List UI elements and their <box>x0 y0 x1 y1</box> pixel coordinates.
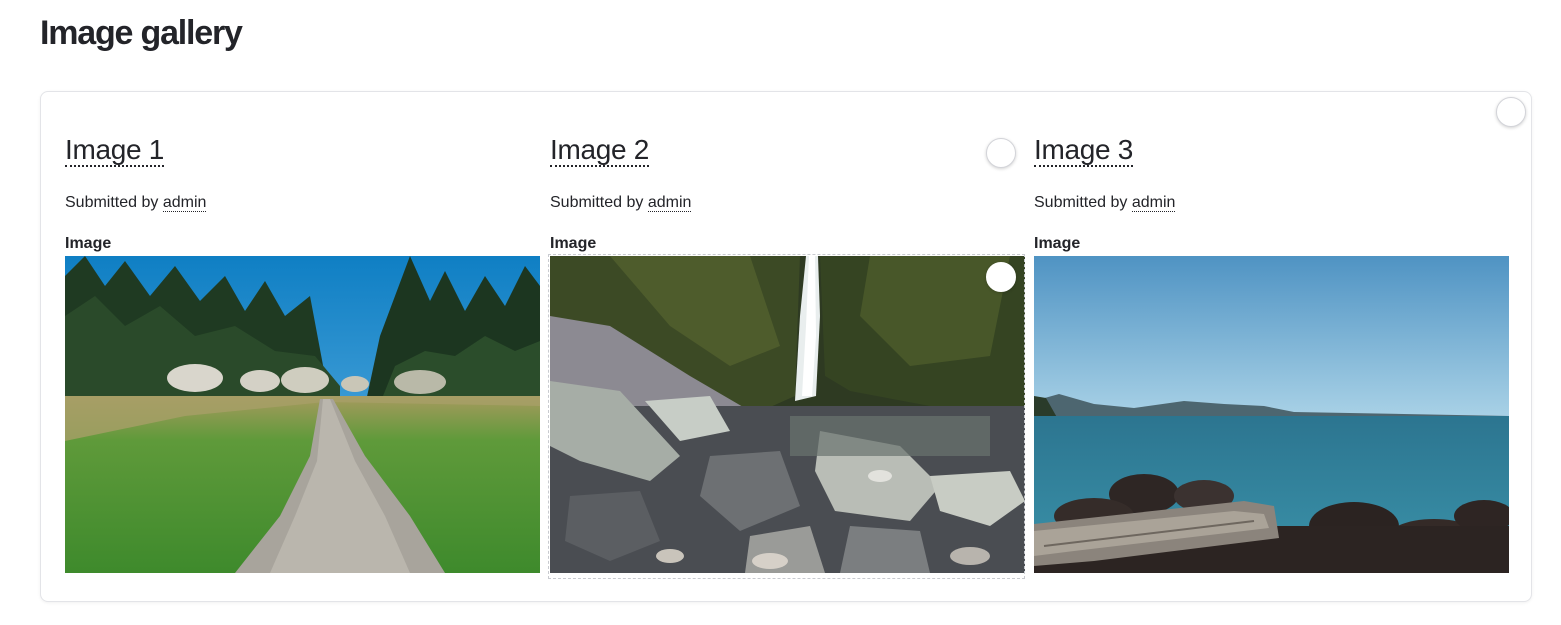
image-focus-outline <box>548 254 1025 579</box>
submitted-prefix: Submitted by <box>1034 194 1128 211</box>
gallery-item: Image 2 Submitted by admin Image <box>550 130 1025 573</box>
author-link[interactable]: admin <box>647 194 692 212</box>
submitted-prefix: Submitted by <box>65 194 159 211</box>
submitted-prefix: Submitted by <box>550 194 644 211</box>
meadow-path-image[interactable] <box>65 256 540 573</box>
seascape-image[interactable] <box>1034 256 1509 573</box>
item-title-link[interactable]: Image 3 <box>1034 134 1133 167</box>
submitted-line: Submitted by admin <box>1034 194 1176 212</box>
image-field-label: Image <box>1034 235 1081 252</box>
image-field-label: Image <box>550 235 597 252</box>
contextual-links-button[interactable] <box>1496 97 1526 127</box>
item-title: Image 2 <box>550 130 1025 170</box>
gallery-item: Image 3 Submitted by admin Image <box>1034 130 1509 573</box>
submitted-line: Submitted by admin <box>550 194 692 212</box>
item-title: Image 3 <box>1034 130 1509 170</box>
contextual-links-button[interactable] <box>986 262 1016 292</box>
item-title-link[interactable]: Image 2 <box>550 134 649 167</box>
image-field-label: Image <box>65 235 112 252</box>
author-link[interactable]: admin <box>1131 194 1176 212</box>
submitted-line: Submitted by admin <box>65 194 207 212</box>
item-title-link[interactable]: Image 1 <box>65 134 164 167</box>
contextual-links-button[interactable] <box>986 138 1016 168</box>
gallery-item: Image 1 Submitted by admin Image <box>65 130 540 573</box>
author-link[interactable]: admin <box>162 194 207 212</box>
item-title: Image 1 <box>65 130 540 170</box>
page-title: Image gallery <box>40 14 243 52</box>
